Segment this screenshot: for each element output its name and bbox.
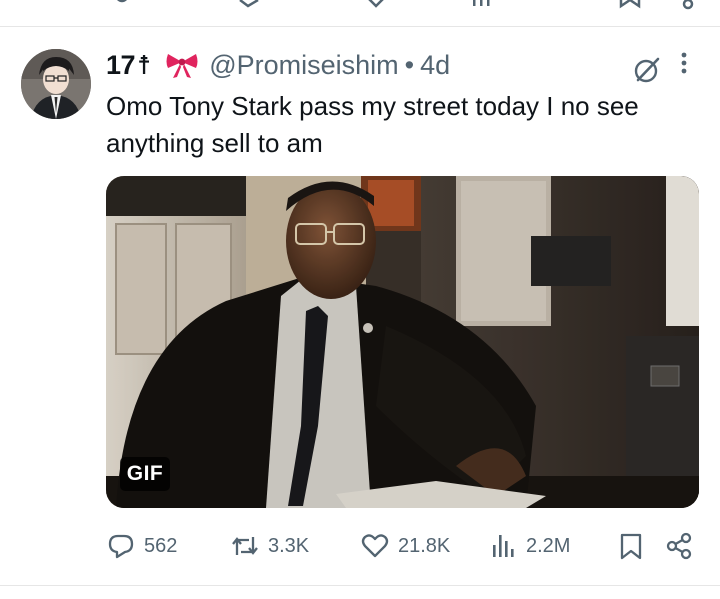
bottom-divider [0,585,720,586]
ribbon-bow-icon [166,54,198,78]
views-count: 2.2M [526,534,571,557]
tweet-header: 17 ☨ @Promiseishim • 4d [106,48,450,82]
share-button[interactable] [664,528,694,564]
user-handle[interactable]: @Promiseishim [209,50,398,81]
previous-tweet-actions [0,0,720,10]
display-name-glyph: ☨ [137,49,152,80]
display-name[interactable]: 17 [106,50,136,81]
more-vertical-icon[interactable] [676,50,692,78]
tweet-media-gif[interactable]: GIF [106,176,699,508]
bookmark-button[interactable] [616,528,646,564]
bookmark-icon [620,533,642,560]
repost-count: 3.3K [268,534,310,557]
tweet-page: 17 ☨ @Promiseishim • 4d Omo Tony Stark p… [0,0,720,599]
like-count: 21.8K [398,534,451,557]
views-chart-icon[interactable] [470,0,496,10]
gif-frame-image [106,176,699,508]
repost-icon[interactable] [238,0,260,10]
separator-dot: • [404,49,415,80]
views-button[interactable]: 2.2M [488,528,570,564]
heart-icon [361,534,389,558]
gif-badge: GIF [120,457,170,491]
share-icon [666,532,692,560]
reply-icon[interactable] [112,0,132,10]
reply-count: 562 [144,534,178,557]
tweet-text: Omo Tony Stark pass my street today I no… [106,91,639,158]
tweet-timestamp[interactable]: 4d [420,50,450,81]
repost-icon [232,537,258,555]
reply-icon [108,534,134,559]
top-divider [0,26,720,27]
bookmark-icon[interactable] [618,0,642,10]
avatar[interactable] [21,49,91,119]
repost-button[interactable]: 3.3K [230,528,309,564]
grok-icon[interactable] [632,55,662,85]
like-button[interactable]: 21.8K [360,528,450,564]
avatar-image [21,49,91,119]
share-icon[interactable] [680,0,696,10]
views-chart-icon [493,535,514,557]
reply-button[interactable]: 562 [106,528,177,564]
heart-icon[interactable] [366,0,386,10]
tweet-actions-bar: 562 3.3K 21.8K 2.2M [0,528,720,564]
